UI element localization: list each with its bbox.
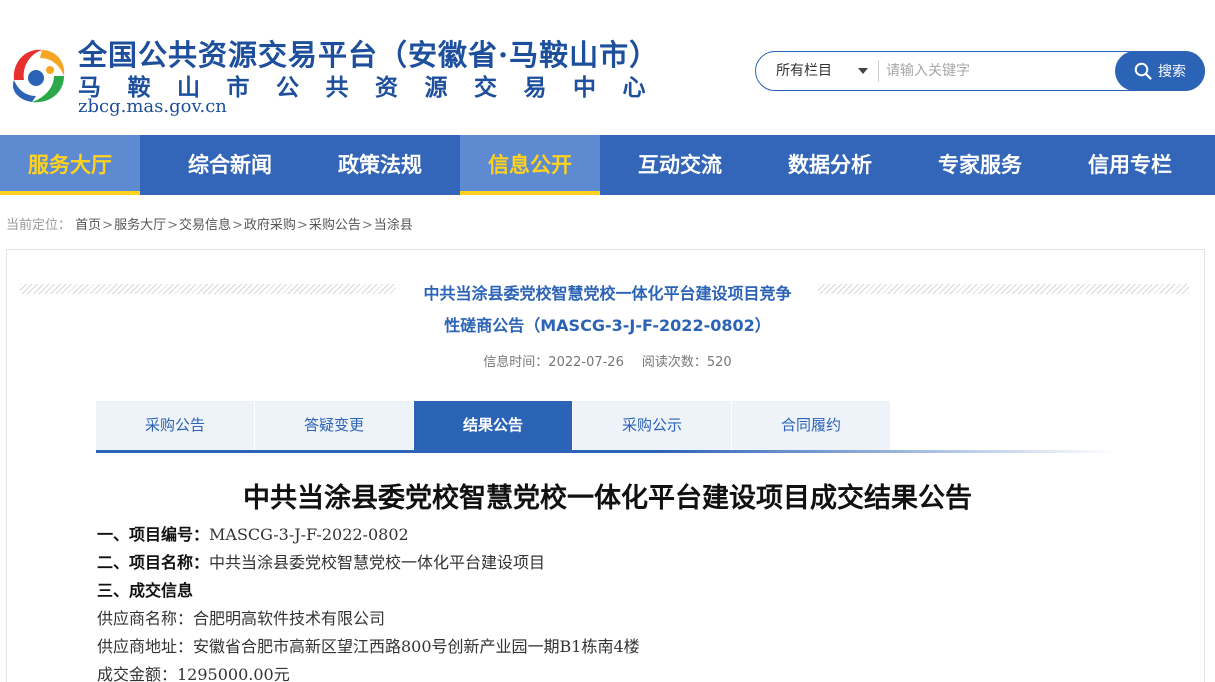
breadcrumb-dangtu[interactable]: 当涂县 <box>374 218 413 233</box>
breadcrumb-separator: > <box>232 218 243 233</box>
tab-procurement-notice[interactable]: 采购公告 <box>96 401 254 450</box>
tab-contract-performance[interactable]: 合同履约 <box>732 401 890 450</box>
breadcrumb-procurement-notice[interactable]: 采购公告 <box>309 218 361 233</box>
nav-item-interaction[interactable]: 互动交流 <box>610 135 750 195</box>
search-category-select[interactable]: 所有栏目 <box>756 52 878 90</box>
nav-item-service-hall[interactable]: 服务大厅 <box>0 135 140 195</box>
breadcrumb-service-hall[interactable]: 服务大厅 <box>114 218 166 233</box>
breadcrumb-trade-info[interactable]: 交易信息 <box>179 218 231 233</box>
nav-item-policy[interactable]: 政策法规 <box>310 135 450 195</box>
tab-qa-changes[interactable]: 答疑变更 <box>255 401 413 450</box>
line-value: 供应商地址：安徽省合肥市高新区望江西路800号创新产业园一期B1栋南4楼 <box>97 637 640 656</box>
tabs-underline <box>96 450 1116 453</box>
line-value: 中共当涂县委党校智慧党校一体化平台建设项目 <box>209 553 546 572</box>
search-button[interactable]: 搜索 <box>1115 51 1205 91</box>
site-url: zbcg.mas.gov.cn <box>78 96 227 117</box>
view-count: 阅读次数：520 <box>641 355 732 370</box>
search-icon <box>1134 62 1152 80</box>
line-key: 二、项目名称： <box>97 553 210 572</box>
breadcrumb-separator: > <box>296 218 308 233</box>
search-input[interactable] <box>886 56 1111 86</box>
line-value: MASCG-3-J-F-2022-0802 <box>209 525 409 544</box>
article-line-supplier-name: 供应商名称：合肥明高软件技术有限公司 <box>97 605 385 629</box>
breadcrumb-separator: > <box>102 218 114 233</box>
search-bar: 所有栏目 搜索 <box>755 51 1205 91</box>
site-header: 全国公共资源交易平台（安徽省·马鞍山市） 马鞍山市公共资源交易中心 zbcg.m… <box>0 0 1215 135</box>
nav-item-expert-service[interactable]: 专家服务 <box>910 135 1050 195</box>
line-key: 一、项目编号： <box>97 525 210 544</box>
article-title: 中共当涂县委党校智慧党校一体化平台建设项目成交结果公告 <box>243 483 972 514</box>
notice-title-line-2: 性磋商公告（MASCG-3-J-F-2022-0802） <box>444 316 771 335</box>
site-logo-icon[interactable] <box>6 40 70 108</box>
tab-procurement-publicity[interactable]: 采购公示 <box>573 401 731 450</box>
article-line-supplier-address: 供应商地址：安徽省合肥市高新区望江西路800号创新产业园一期B1栋南4楼 <box>97 633 640 657</box>
breadcrumb-prefix: 当前定位： <box>6 218 72 233</box>
breadcrumb-home[interactable]: 首页 <box>75 218 101 233</box>
caret-down-icon <box>858 68 868 74</box>
breadcrumb-gov-procurement[interactable]: 政府采购 <box>244 218 296 233</box>
nav-item-credit[interactable]: 信用专栏 <box>1060 135 1200 195</box>
breadcrumb: 当前定位： 首页>服务大厅>交易信息>政府采购>采购公告>当涂县 <box>6 214 413 233</box>
notice-meta: 信息时间：2022-07-26 阅读次数：520 <box>0 351 1215 370</box>
notice-title-line-1: 中共当涂县委党校智慧党校一体化平台建设项目竞争 <box>423 284 792 303</box>
article-line-project-number: 一、项目编号：MASCG-3-J-F-2022-0802 <box>97 521 409 545</box>
search-divider <box>878 60 879 82</box>
tab-result-notice[interactable]: 结果公告 <box>414 401 572 450</box>
article-line-deal-info: 三、成交信息 <box>97 577 193 601</box>
info-time: 信息时间：2022-07-26 <box>483 355 624 370</box>
article-line-project-name: 二、项目名称：中共当涂县委党校智慧党校一体化平台建设项目 <box>97 549 545 573</box>
nav-item-news[interactable]: 综合新闻 <box>160 135 300 195</box>
line-value: 供应商名称：合肥明高软件技术有限公司 <box>97 609 386 628</box>
search-category-label: 所有栏目 <box>776 63 832 79</box>
line-key: 三、成交信息 <box>97 581 194 600</box>
main-nav: 服务大厅 综合新闻 政策法规 信息公开 互动交流 数据分析 专家服务 信用专栏 <box>0 135 1215 195</box>
article-line-deal-amount: 成交金额：1295000.00元 <box>97 661 290 682</box>
breadcrumb-separator: > <box>361 218 373 233</box>
nav-item-data-analysis[interactable]: 数据分析 <box>760 135 900 195</box>
breadcrumb-separator: > <box>167 218 178 233</box>
line-value: 成交金额：1295000.00元 <box>97 665 290 682</box>
nav-item-info-disclosure[interactable]: 信息公开 <box>460 135 600 195</box>
search-button-label: 搜索 <box>1158 64 1186 80</box>
notice-tabs: 采购公告 答疑变更 结果公告 采购公示 合同履约 <box>96 401 1116 453</box>
